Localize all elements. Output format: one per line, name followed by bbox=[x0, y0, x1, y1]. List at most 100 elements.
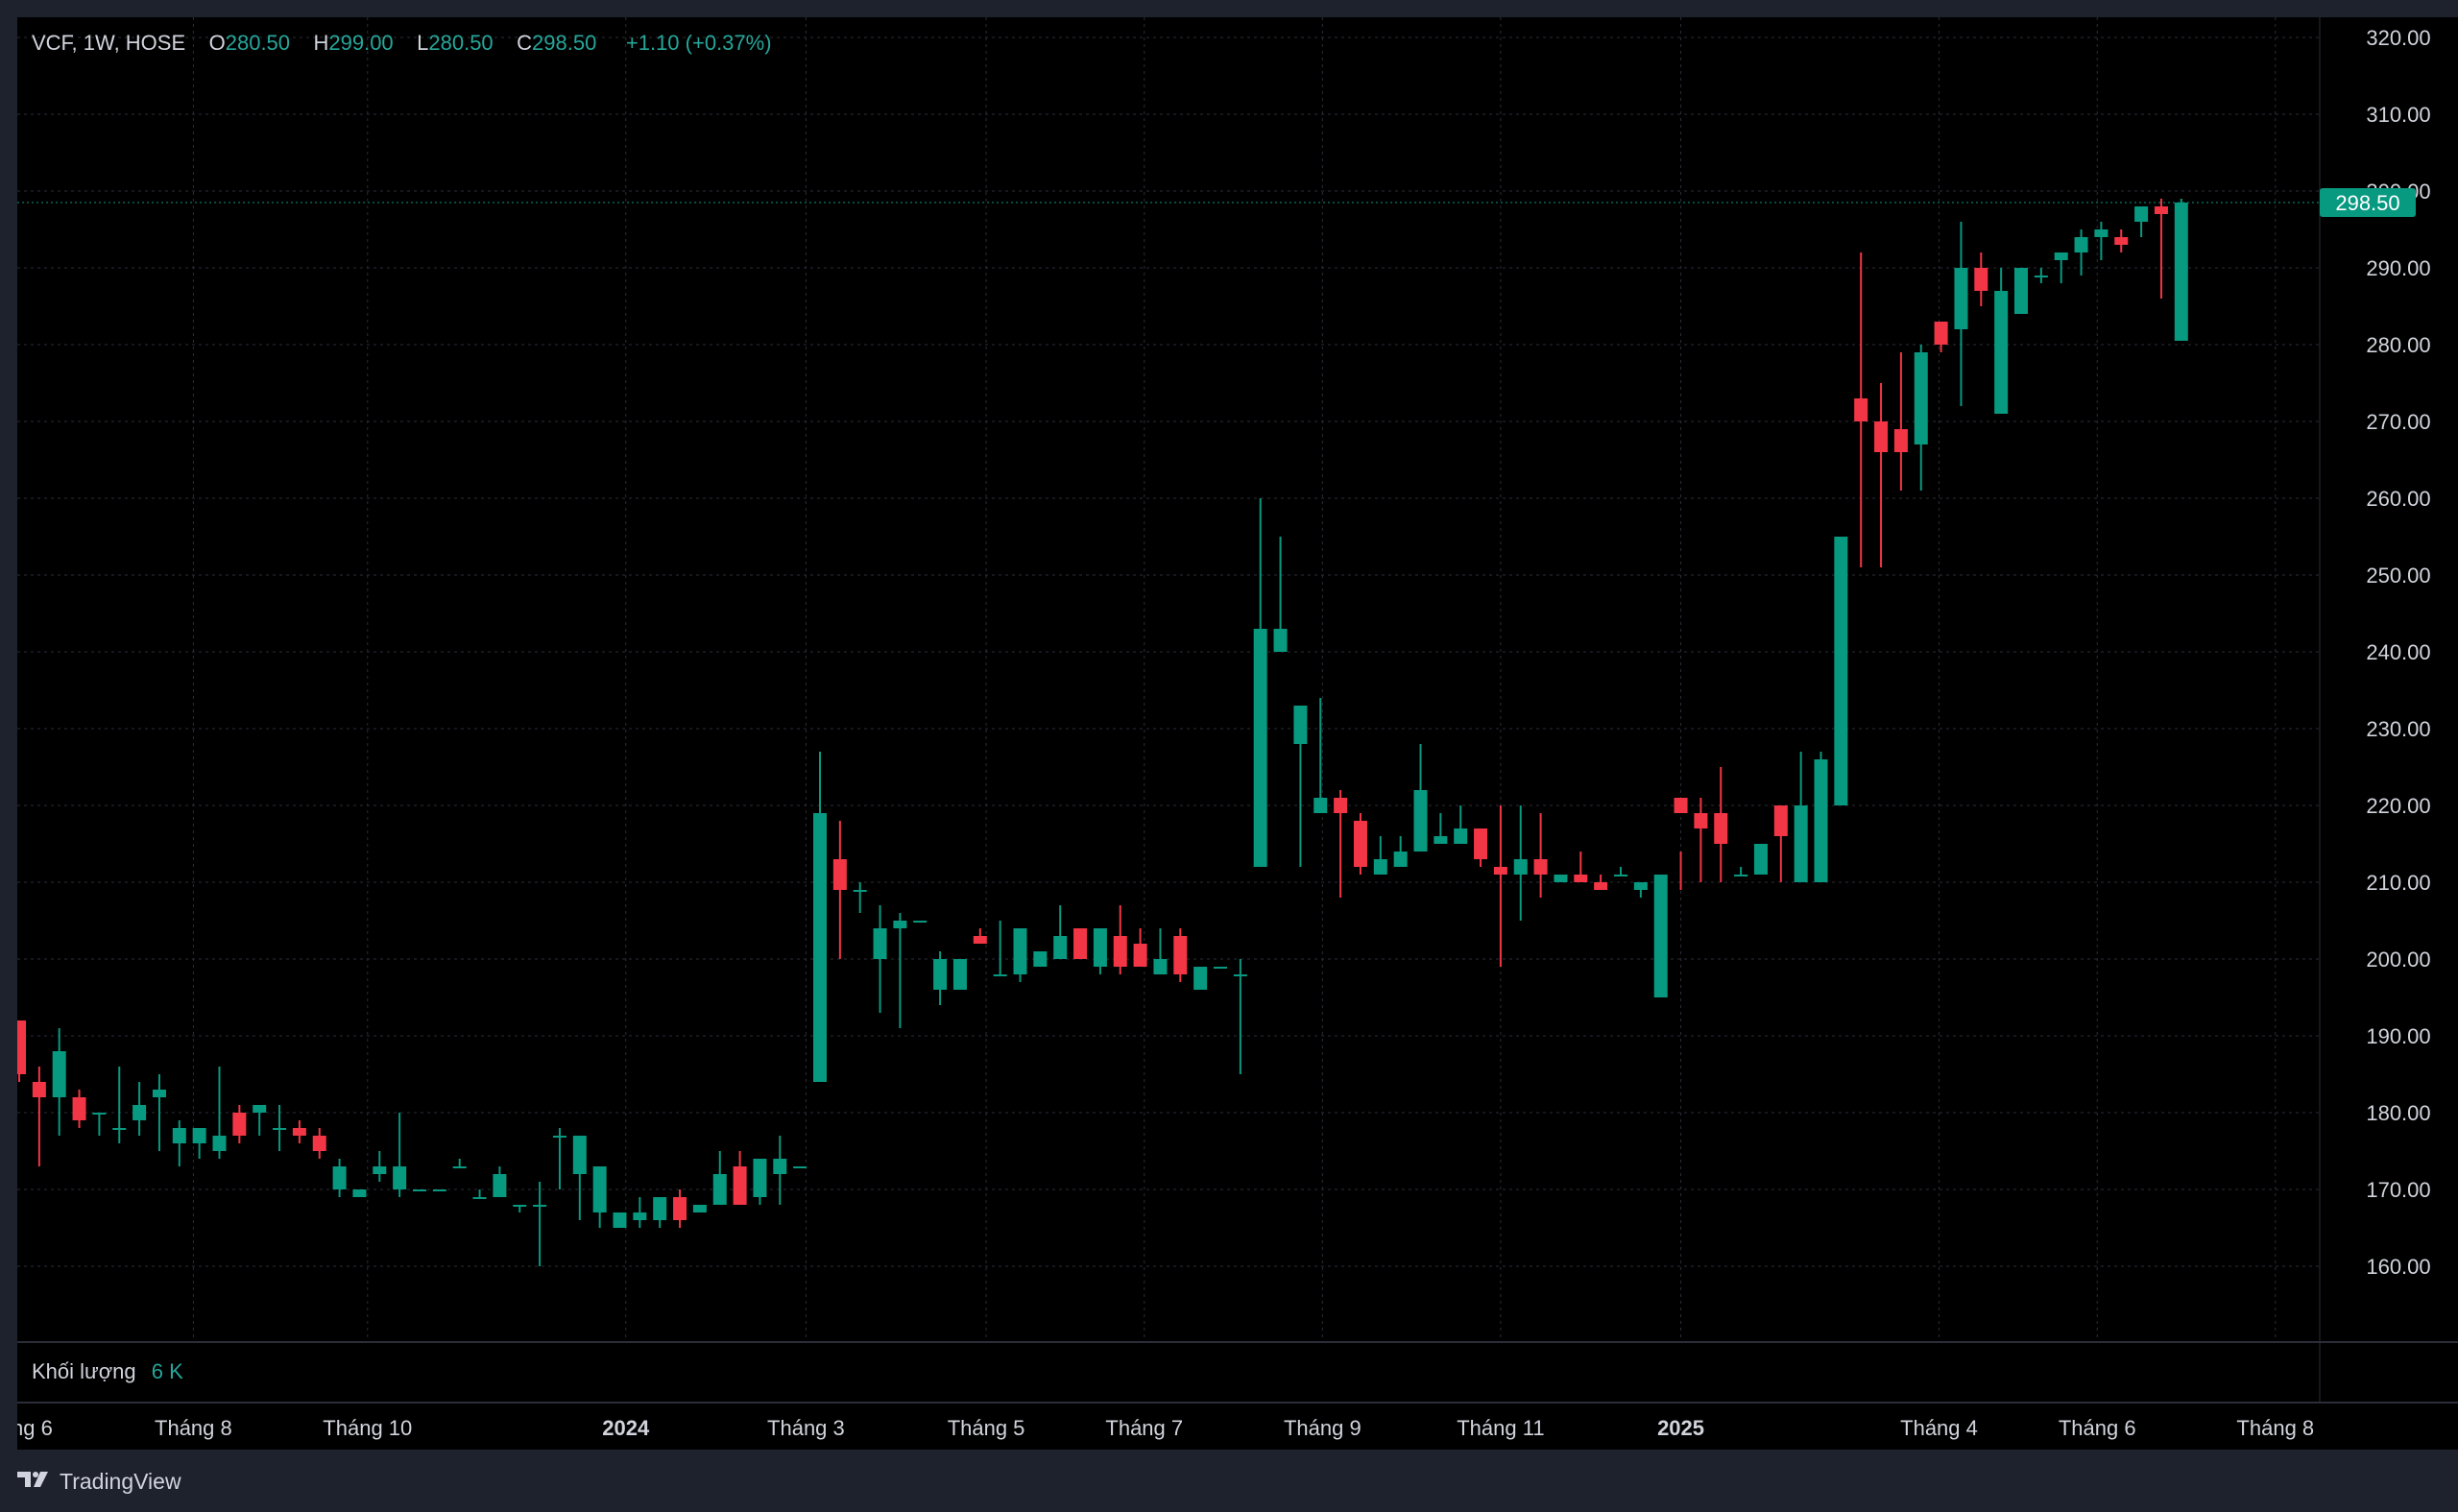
time-tick-label: Tháng 9 bbox=[1284, 1416, 1362, 1440]
low-label: L bbox=[417, 31, 429, 55]
candle-body bbox=[1934, 322, 1948, 345]
candle-body bbox=[793, 1166, 807, 1168]
candle-body bbox=[1734, 875, 1748, 876]
price-tick-label: 280.00 bbox=[2366, 333, 2430, 357]
candle-body bbox=[393, 1166, 407, 1189]
candle-body bbox=[52, 1051, 66, 1097]
candle-body bbox=[332, 1166, 347, 1189]
candle-body bbox=[552, 1136, 566, 1138]
tradingview-brand[interactable]: TradingView bbox=[17, 1469, 181, 1495]
candle-body bbox=[1974, 268, 1988, 291]
price-tick-label: 190.00 bbox=[2366, 1024, 2430, 1048]
time-tick-label: ng 6 bbox=[17, 1416, 53, 1440]
volume-label: Khối lượng bbox=[32, 1359, 136, 1383]
volume-value: 6 K bbox=[151, 1359, 183, 1383]
candle-body bbox=[1293, 706, 1308, 744]
price-tick-label: 270.00 bbox=[2366, 410, 2430, 434]
price-tick-label: 320.00 bbox=[2366, 26, 2430, 50]
candle-body bbox=[1353, 821, 1367, 867]
candle-body bbox=[1434, 836, 1448, 844]
candle-body bbox=[1153, 959, 1168, 974]
candle-body bbox=[1113, 936, 1127, 967]
footer-bar: TradingView bbox=[17, 1450, 2458, 1512]
candle-body bbox=[112, 1128, 127, 1130]
candle-body bbox=[452, 1166, 467, 1168]
candle-body bbox=[1033, 951, 1048, 967]
candle-body bbox=[1413, 790, 1428, 852]
candle-body bbox=[253, 1105, 267, 1113]
volume-legend: Khối lượng 6 K bbox=[32, 1359, 183, 1384]
candle-body bbox=[733, 1166, 747, 1205]
candle-body bbox=[352, 1189, 367, 1197]
candle-body bbox=[1674, 798, 1688, 813]
ohlc-legend: VCF, 1W, HOSE O280.50 H299.00 L280.50 C2… bbox=[32, 31, 772, 56]
time-tick-label: Tháng 10 bbox=[323, 1416, 412, 1440]
price-tick-label: 210.00 bbox=[2366, 871, 2430, 895]
candle-body bbox=[1454, 828, 1468, 844]
candle-body bbox=[933, 959, 948, 990]
time-tick-label: 2025 bbox=[1657, 1416, 1704, 1440]
candle-body bbox=[1594, 882, 1608, 890]
close-value: 298.50 bbox=[532, 31, 597, 55]
candle-body bbox=[893, 921, 907, 928]
candle-body bbox=[533, 1205, 547, 1207]
candle-body bbox=[1714, 813, 1728, 844]
candle-body bbox=[232, 1113, 247, 1136]
candle-body bbox=[592, 1166, 607, 1212]
candle-body bbox=[813, 813, 827, 1082]
price-tick-label: 180.00 bbox=[2366, 1101, 2430, 1125]
candle-body bbox=[673, 1197, 687, 1220]
candle-body bbox=[1273, 629, 1288, 652]
price-tick-label: 290.00 bbox=[2366, 256, 2430, 280]
candle-body bbox=[212, 1136, 227, 1151]
candle-body bbox=[1753, 844, 1768, 875]
candle-body bbox=[753, 1159, 767, 1197]
candle-body bbox=[152, 1090, 166, 1097]
candle-body bbox=[1554, 875, 1568, 882]
candle-body bbox=[1173, 936, 1188, 974]
current-price-label: 298.50 bbox=[2335, 191, 2399, 215]
candle-body bbox=[853, 890, 867, 892]
candle-body bbox=[773, 1159, 787, 1174]
candle-body bbox=[72, 1097, 86, 1120]
candle-body bbox=[2134, 206, 2149, 222]
price-chart[interactable]: 160.00 170.00 180.00 190.00 200.00 210.00 220.… bbox=[17, 17, 2458, 1450]
candle-body bbox=[873, 928, 887, 959]
high-value: 299.00 bbox=[328, 31, 394, 55]
candle-body bbox=[1814, 759, 1828, 882]
candle-body bbox=[653, 1197, 667, 1220]
price-tick-label: 170.00 bbox=[2366, 1178, 2430, 1202]
time-tick-label: Tháng 11 bbox=[1457, 1416, 1544, 1440]
candle-body bbox=[432, 1189, 446, 1191]
candle-body bbox=[1253, 629, 1267, 867]
low-value: 280.50 bbox=[428, 31, 494, 55]
candle-body bbox=[2154, 206, 2168, 214]
candle-body bbox=[192, 1128, 206, 1143]
candle-body bbox=[832, 859, 847, 890]
time-tick-label: Tháng 7 bbox=[1105, 1416, 1183, 1440]
candle-body bbox=[1914, 352, 1928, 444]
chart-panel[interactable]: 160.00 170.00 180.00 190.00 200.00 210.00 220.… bbox=[17, 17, 2458, 1450]
open-value: 280.50 bbox=[225, 31, 291, 55]
close-label: C bbox=[517, 31, 533, 55]
candle-body bbox=[1834, 537, 1848, 805]
tradingview-logo-icon bbox=[17, 1469, 52, 1495]
candle-body bbox=[273, 1128, 287, 1130]
price-tick-label: 260.00 bbox=[2366, 487, 2430, 511]
time-tick-label: Tháng 8 bbox=[155, 1416, 232, 1440]
price-tick-label: 220.00 bbox=[2366, 794, 2430, 818]
candle-body bbox=[2074, 237, 2088, 252]
candle-body bbox=[2054, 252, 2068, 260]
candle-body bbox=[2094, 229, 2109, 237]
price-tick-label: 160.00 bbox=[2366, 1255, 2430, 1279]
candle-body bbox=[1334, 798, 1348, 813]
candle-body bbox=[993, 974, 1007, 976]
candle-body bbox=[312, 1136, 326, 1151]
candle-body bbox=[32, 1082, 46, 1097]
candle-body bbox=[692, 1205, 707, 1212]
candle-body bbox=[1954, 268, 1968, 329]
candle-body bbox=[472, 1197, 487, 1199]
candle-body bbox=[1614, 875, 1627, 876]
time-tick-label: Tháng 8 bbox=[2236, 1416, 2314, 1440]
high-label: H bbox=[313, 31, 329, 55]
